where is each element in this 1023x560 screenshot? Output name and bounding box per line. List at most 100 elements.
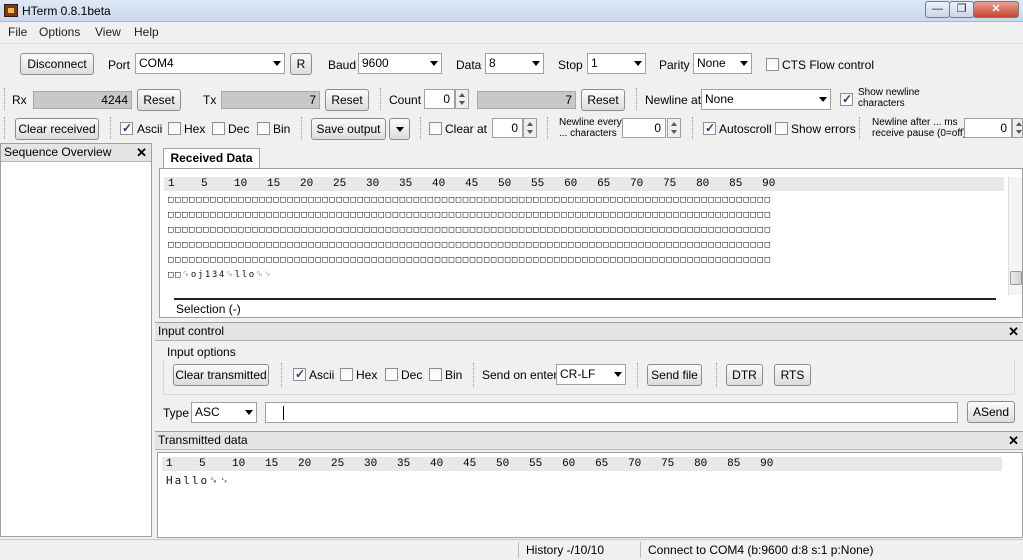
- toolbar-separator: [547, 117, 548, 139]
- transmitted-data-view[interactable]: 1 5 10 15 20 25 30 35 40 45 50 55 60 65 …: [157, 452, 1023, 538]
- newline-every-spinner[interactable]: [667, 118, 681, 138]
- count-input[interactable]: 0: [424, 89, 455, 109]
- show-errors-checkbox[interactable]: [775, 122, 788, 135]
- newline-after-spinner[interactable]: [1012, 118, 1023, 138]
- show-newline-label: Show newline characters: [858, 87, 920, 109]
- received-ruler: 1 5 10 15 20 25 30 35 40 45 50 55 60 65 …: [164, 177, 1004, 191]
- tx-label: Tx: [203, 93, 217, 107]
- dtr-button[interactable]: DTR: [726, 364, 763, 386]
- input-control-panel: Input control ✕ Input options Clear tran…: [155, 322, 1023, 430]
- baud-value: 9600: [362, 56, 389, 70]
- baud-select[interactable]: 9600: [358, 53, 442, 74]
- toolbar-grip: [4, 117, 5, 139]
- clear-at-checkbox[interactable]: [429, 122, 442, 135]
- received-data-panel: Received Data 1 5 10 15 20 25 30 35 40 4…: [157, 143, 1023, 321]
- rx-bin-checkbox[interactable]: [257, 122, 270, 135]
- newline-every-input[interactable]: 0: [622, 118, 666, 138]
- tx-dec-checkbox[interactable]: [385, 368, 398, 381]
- tx-count: 7: [221, 91, 320, 109]
- transmitted-data-panel: Transmitted data ✕ 1 5 10 15 20 25 30 35…: [155, 431, 1023, 538]
- stop-bits-select[interactable]: 1: [587, 53, 646, 74]
- show-newline-checkbox[interactable]: [840, 92, 853, 106]
- history-status: History -/10/10: [526, 543, 605, 557]
- sequence-overview-header: Sequence Overview ✕: [1, 144, 151, 162]
- rx-dec-label: Dec: [228, 122, 250, 136]
- toolbar-separator: [692, 117, 693, 139]
- cts-checkbox[interactable]: [766, 58, 779, 71]
- cts-label: CTS Flow control: [782, 58, 875, 72]
- received-scrollbar[interactable]: [1008, 177, 1022, 295]
- rx-ascii-label: Ascii: [137, 122, 163, 136]
- save-output-button[interactable]: Save output: [311, 118, 386, 140]
- newline-at-select[interactable]: None: [701, 89, 831, 110]
- close-icon[interactable]: ✕: [136, 144, 147, 161]
- rx-hex-label: Hex: [184, 122, 206, 136]
- rx-count: 4244: [33, 91, 132, 109]
- autoscroll-checkbox[interactable]: [703, 121, 716, 135]
- toolbar-separator: [716, 363, 717, 387]
- autoscroll-label: Autoscroll: [719, 122, 772, 136]
- selection-divider: [174, 298, 996, 300]
- tx-bin-label: Bin: [445, 368, 463, 382]
- menu-help[interactable]: Help: [134, 25, 159, 39]
- disconnect-button[interactable]: Disconnect: [20, 53, 94, 75]
- type-value: ASC: [195, 405, 220, 419]
- clear-at-input[interactable]: 0: [492, 118, 523, 138]
- count-value: 7: [477, 91, 576, 109]
- tx-ascii-checkbox[interactable]: [293, 367, 306, 381]
- counters-toolbar: Rx 4244 Reset Tx 7 Reset Count 0 7 Reset…: [0, 86, 1023, 113]
- clear-transmitted-button[interactable]: Clear transmitted: [173, 364, 269, 386]
- status-divider: [518, 542, 519, 558]
- scrollbar-thumb[interactable]: [1010, 271, 1022, 285]
- newline-every-label: Newline every ... characters: [559, 117, 622, 139]
- data-bits-select[interactable]: 8: [485, 53, 544, 74]
- count-reset-button[interactable]: Reset: [581, 89, 625, 111]
- newline-at-label: Newline at: [645, 93, 702, 107]
- rx-ascii-checkbox[interactable]: [120, 121, 133, 135]
- close-icon[interactable]: ✕: [1008, 323, 1019, 340]
- parity-select[interactable]: None: [693, 53, 752, 74]
- transmitted-data-header: Transmitted data ✕: [155, 432, 1023, 450]
- port-value: COM4: [139, 56, 174, 70]
- menu-file[interactable]: File: [8, 25, 27, 39]
- tab-received-data[interactable]: Received Data: [163, 148, 260, 169]
- port-select[interactable]: COM4: [135, 53, 285, 74]
- rx-reset-button[interactable]: Reset: [137, 89, 181, 111]
- clear-received-button[interactable]: Clear received: [15, 118, 99, 140]
- toolbar-separator: [859, 117, 860, 139]
- text-cursor: [283, 406, 284, 420]
- save-output-dropdown[interactable]: [389, 118, 410, 140]
- rx-hex-checkbox[interactable]: [168, 122, 181, 135]
- rx-dec-checkbox[interactable]: [212, 122, 225, 135]
- send-file-button[interactable]: Send file: [647, 364, 702, 386]
- refresh-ports-button[interactable]: R: [290, 53, 312, 75]
- port-label: Port: [108, 58, 131, 72]
- transmitted-line: Hallo␍␊: [166, 474, 231, 487]
- received-data-view[interactable]: 1 5 10 15 20 25 30 35 40 45 50 55 60 65 …: [159, 168, 1023, 318]
- close-icon[interactable]: ✕: [1008, 432, 1019, 449]
- tx-hex-checkbox[interactable]: [340, 368, 353, 381]
- maximize-button[interactable]: ❐: [949, 1, 974, 18]
- count-spinner[interactable]: [455, 89, 469, 109]
- connection-toolbar: Disconnect Port COM4 R Baud 9600 Data 8 …: [0, 43, 1023, 85]
- rts-button[interactable]: RTS: [774, 364, 811, 386]
- chevron-down-icon: [273, 61, 281, 66]
- send-input[interactable]: [265, 402, 958, 423]
- app-icon: [4, 4, 18, 17]
- send-on-enter-select[interactable]: CR-LF: [556, 364, 626, 385]
- received-line: □□□□□□□□□□□□□□□□□□□□□□□□□□□□□□□□□□□□□□□□…: [168, 240, 772, 250]
- minimize-button[interactable]: —: [925, 1, 950, 18]
- received-lines: □□□□□□□□□□□□□□□□□□□□□□□□□□□□□□□□□□□□□□□□…: [168, 193, 998, 283]
- tx-reset-button[interactable]: Reset: [325, 89, 369, 111]
- type-select[interactable]: ASC: [191, 402, 257, 423]
- menu-view[interactable]: View: [95, 25, 121, 39]
- received-line: □□␍oj134␍llo␍␊: [168, 270, 274, 280]
- menu-bar: File Options View Help: [0, 22, 1023, 41]
- tx-hex-label: Hex: [356, 368, 378, 382]
- newline-after-input[interactable]: 0: [964, 118, 1012, 138]
- menu-options[interactable]: Options: [39, 25, 80, 39]
- clear-at-spinner[interactable]: [523, 118, 537, 138]
- close-window-button[interactable]: ✕: [973, 1, 1019, 18]
- tx-bin-checkbox[interactable]: [429, 368, 442, 381]
- asend-button[interactable]: ASend: [967, 401, 1015, 423]
